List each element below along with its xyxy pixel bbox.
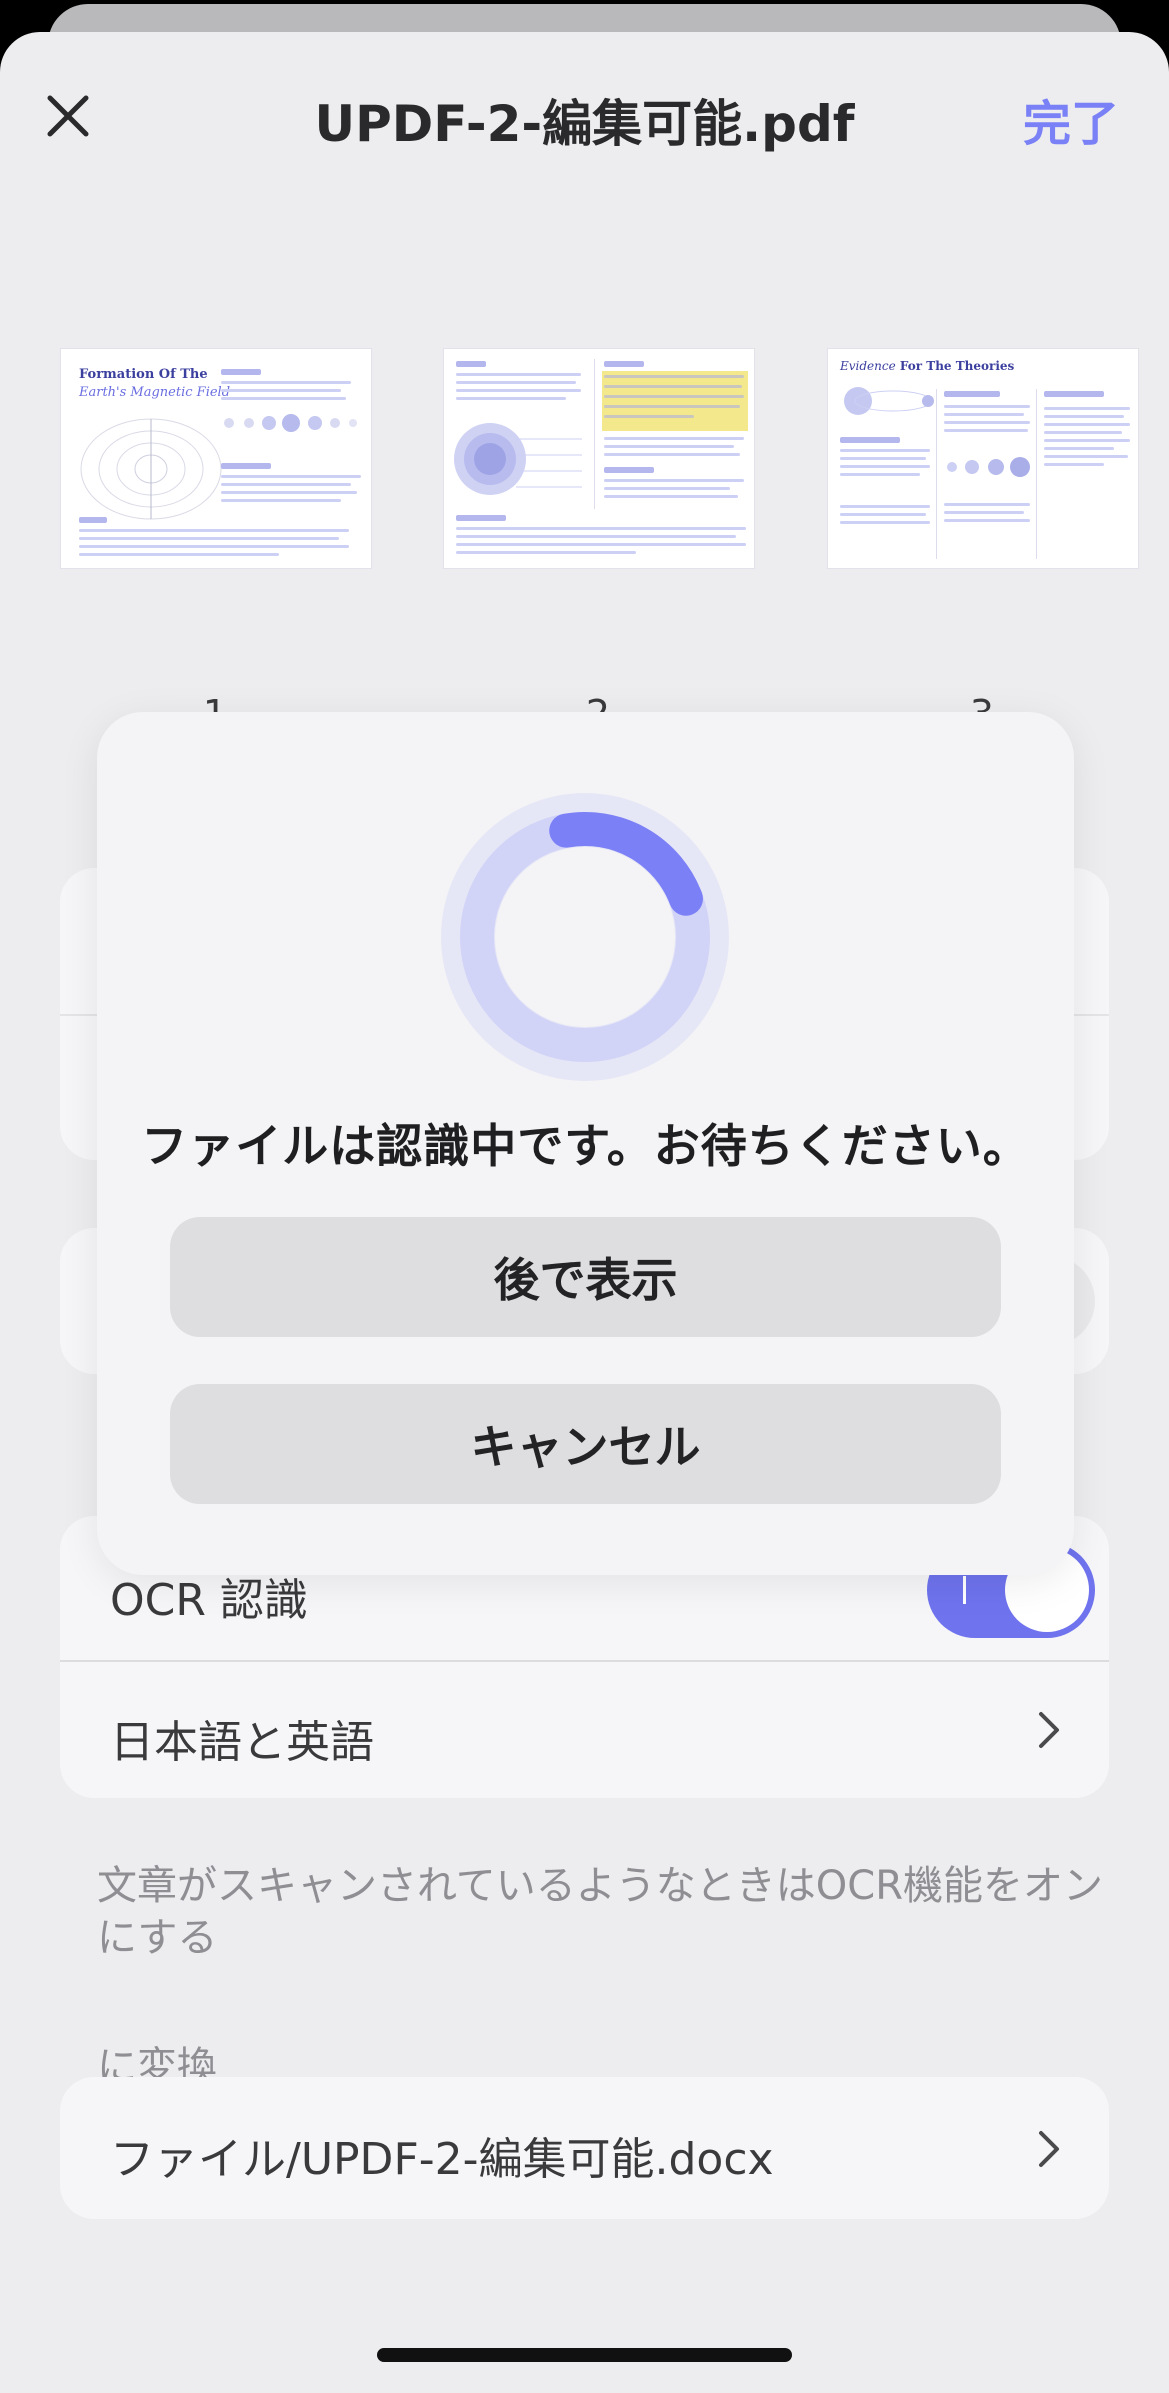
ocr-note: 文章がスキャンされているようなときはOCR機能をオンにする [97,1863,1104,1961]
orbit-illustration [844,387,934,415]
magnetic-field-illustration [80,418,222,520]
cancel-button[interactable]: キャンセル [170,1384,1001,1504]
output-path-label: ファイル/UPDF-2-編集可能.docx [110,2134,774,2185]
convert-sheet: UPDF-2-編集可能.pdf 完了 Formation Of The Eart… [0,32,1169,2393]
recognition-message: ファイルは認識中です。お待ちください。 [141,1119,1030,1173]
page-thumbnail-3[interactable]: Evidence For The Theories [827,348,1139,569]
recognition-dialog: ファイルは認識中です。お待ちください。 後で表示 キャンセル [97,712,1074,1575]
planet-sizes-illustration [947,457,1030,477]
done-button[interactable]: 完了 [1023,84,1119,154]
home-indicator [377,2348,792,2362]
thumb-title: Evidence For The Theories [840,359,1014,373]
chevron-right-icon [1039,2131,1059,2167]
output-path-row[interactable]: ファイル/UPDF-2-編集可能.docx [60,2077,1109,2219]
thumb-title-prefix: Evidence [840,359,896,373]
earth-layers-illustration [454,423,582,495]
planets-illustration [224,414,357,432]
ocr-language-label: 日本語と英語 [110,1717,374,1768]
thumb-title-line2: Earth's Magnetic Field [79,385,231,400]
page-thumbnails: Formation Of The Earth's Magnetic Field [0,348,1169,588]
toggle-on-indicator [963,1576,966,1604]
thumb-title-suffix: For The Theories [895,359,1015,373]
header: UPDF-2-編集可能.pdf 完了 [0,32,1169,202]
page-title: UPDF-2-編集可能.pdf [314,95,855,153]
thumb-title-line1: Formation Of The [79,367,208,382]
ocr-language-row[interactable]: 日本語と英語 [60,1662,1109,1798]
page-thumbnail-1[interactable]: Formation Of The Earth's Magnetic Field [60,348,372,569]
progress-ring [441,793,729,1081]
page-thumbnail-2[interactable] [443,348,755,569]
view-later-button[interactable]: 後で表示 [170,1217,1001,1337]
chevron-right-icon [1039,1712,1059,1748]
